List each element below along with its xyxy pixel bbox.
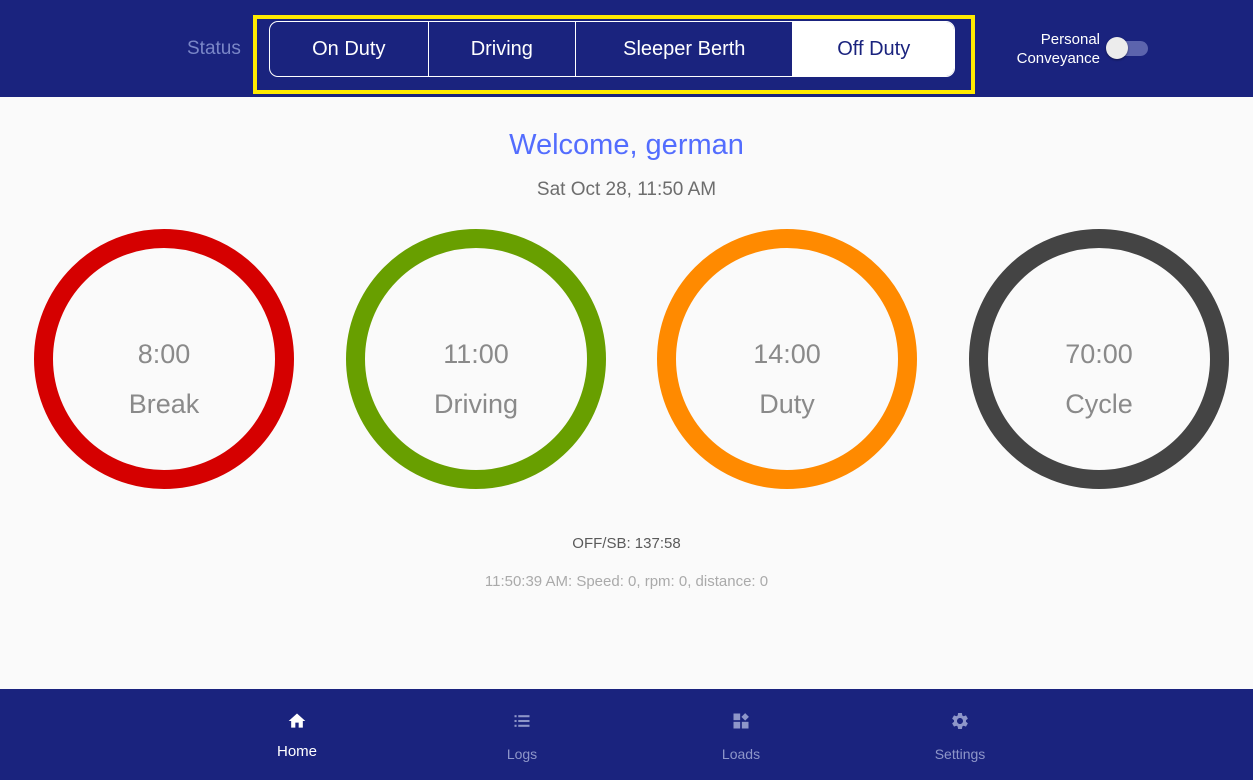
nav-home[interactable]: Home <box>242 689 352 780</box>
list-icon <box>514 715 530 727</box>
break-clock: 8:00 Break <box>34 229 294 489</box>
sleeper-berth-button[interactable]: Sleeper Berth <box>575 22 792 76</box>
break-clock-time: 8:00 <box>137 339 191 369</box>
driving-clock-time: 11:00 <box>443 339 509 369</box>
toggle-thumb <box>1106 37 1128 59</box>
nav-logs[interactable]: Logs <box>467 689 577 780</box>
duty-status-selector: On Duty Driving Sleeper Berth Off Duty <box>269 21 955 77</box>
cycle-clock-time: 70:00 <box>1065 339 1133 369</box>
duty-clock-time: 14:00 <box>753 339 821 369</box>
status-bar: Status On Duty Driving Sleeper Berth Off… <box>0 0 1253 97</box>
driving-clock: 11:00 Driving <box>346 229 606 489</box>
duty-clock: 14:00 Duty <box>657 229 917 489</box>
personal-conveyance-toggle[interactable] <box>1106 37 1148 59</box>
nav-settings-label: Settings <box>934 746 986 762</box>
nav-loads[interactable]: Loads <box>686 689 796 780</box>
nav-settings[interactable]: Settings <box>905 689 1015 780</box>
driving-button[interactable]: Driving <box>427 22 576 76</box>
cycle-clock-label: Cycle <box>1065 389 1133 419</box>
cycle-clock: 70:00 Cycle <box>969 229 1229 489</box>
vehicle-telemetry: 11:50:39 AM: Speed: 0, rpm: 0, distance:… <box>484 573 769 590</box>
on-duty-button[interactable]: On Duty <box>270 22 428 76</box>
status-label: Status <box>187 38 241 59</box>
app-screen: Status On Duty Driving Sleeper Berth Off… <box>0 0 1253 780</box>
personal-conveyance-label-line2: Conveyance <box>1016 50 1100 67</box>
nav-logs-label: Logs <box>506 746 538 762</box>
break-clock-label: Break <box>128 389 200 419</box>
duty-clock-label: Duty <box>759 389 815 419</box>
bottom-navigation: Home Logs Loads Settings <box>0 689 1253 780</box>
off-sleeper-total: OFF/SB: 137:58 <box>572 535 681 552</box>
gear-icon <box>952 713 968 729</box>
off-duty-button[interactable]: Off Duty <box>792 22 954 76</box>
current-datetime: Sat Oct 28, 11:50 AM <box>536 179 717 200</box>
home-icon <box>288 713 306 728</box>
nav-home-label: Home <box>276 743 317 760</box>
driving-clock-label: Driving <box>433 389 519 419</box>
nav-loads-label: Loads <box>721 746 761 762</box>
welcome-message: Welcome, german <box>509 129 744 161</box>
personal-conveyance-label: Personal Conveyance <box>980 30 1100 68</box>
personal-conveyance-label-line1: Personal <box>1040 31 1100 48</box>
dashboard-icon <box>733 713 749 729</box>
